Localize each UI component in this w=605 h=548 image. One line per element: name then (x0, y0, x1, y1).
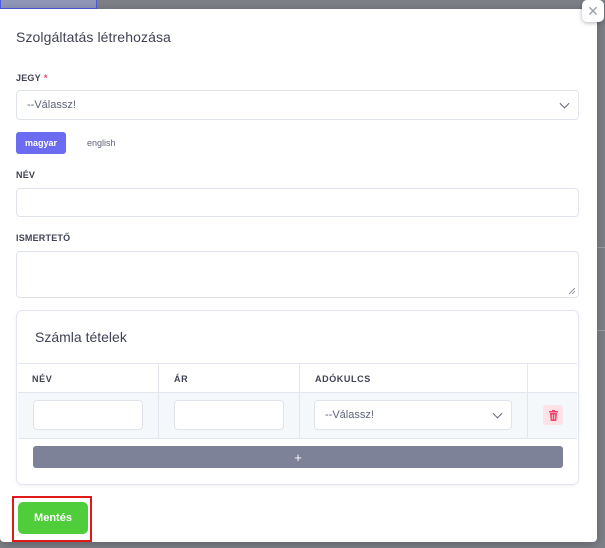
column-header-tax: ADÓKULCS (315, 374, 371, 384)
trash-icon (548, 409, 558, 421)
tab-language-magyar[interactable]: magyar (16, 132, 66, 154)
ticket-select-value: --Válassz! (27, 99, 76, 111)
chevron-down-icon (559, 98, 570, 109)
create-service-modal: Szolgáltatás létrehozása JEGY * --Válassz… (0, 9, 597, 542)
chevron-down-icon (492, 408, 503, 419)
invoice-items-title: Számla tételek (35, 329, 127, 345)
column-header-name: NÉV (32, 374, 53, 384)
item-tax-select[interactable]: --Válassz! (314, 400, 512, 430)
column-divider (299, 364, 300, 392)
ticket-select[interactable]: --Válassz! (16, 90, 579, 120)
close-icon: ✕ (587, 2, 599, 19)
modal-title: Szolgáltatás létrehozása (16, 29, 171, 45)
column-divider (527, 364, 528, 392)
name-label: NÉV (16, 170, 36, 180)
description-textarea[interactable] (16, 251, 579, 298)
column-divider (158, 393, 159, 438)
name-input[interactable] (16, 188, 579, 217)
invoice-items-table-header: NÉV ÁR ADÓKULCS (18, 363, 577, 393)
column-divider (299, 393, 300, 438)
tab-language-english[interactable]: english (87, 138, 116, 148)
column-divider (527, 393, 528, 438)
resize-handle-icon[interactable] (569, 288, 575, 294)
save-button-highlight: Mentés (12, 496, 92, 542)
table-row: --Válassz! (18, 393, 577, 439)
ticket-label: JEGY * (16, 73, 48, 83)
add-item-button[interactable]: + (33, 446, 563, 468)
required-mark: * (43, 73, 48, 83)
delete-row-button[interactable] (543, 405, 563, 425)
background-divider (597, 247, 605, 248)
save-button[interactable]: Mentés (18, 502, 88, 534)
item-tax-select-value: --Válassz! (325, 409, 374, 421)
column-divider (158, 364, 159, 392)
background-divider (597, 330, 605, 331)
description-label: ISMERTETŐ (16, 233, 71, 243)
item-name-input[interactable] (33, 400, 143, 430)
close-button[interactable]: ✕ (582, 0, 604, 22)
item-price-input[interactable] (174, 400, 284, 430)
invoice-items-card: Számla tételek NÉV ÁR ADÓKULCS --Válassz… (16, 310, 579, 485)
background-tab (0, 0, 97, 9)
column-header-price: ÁR (174, 374, 189, 384)
